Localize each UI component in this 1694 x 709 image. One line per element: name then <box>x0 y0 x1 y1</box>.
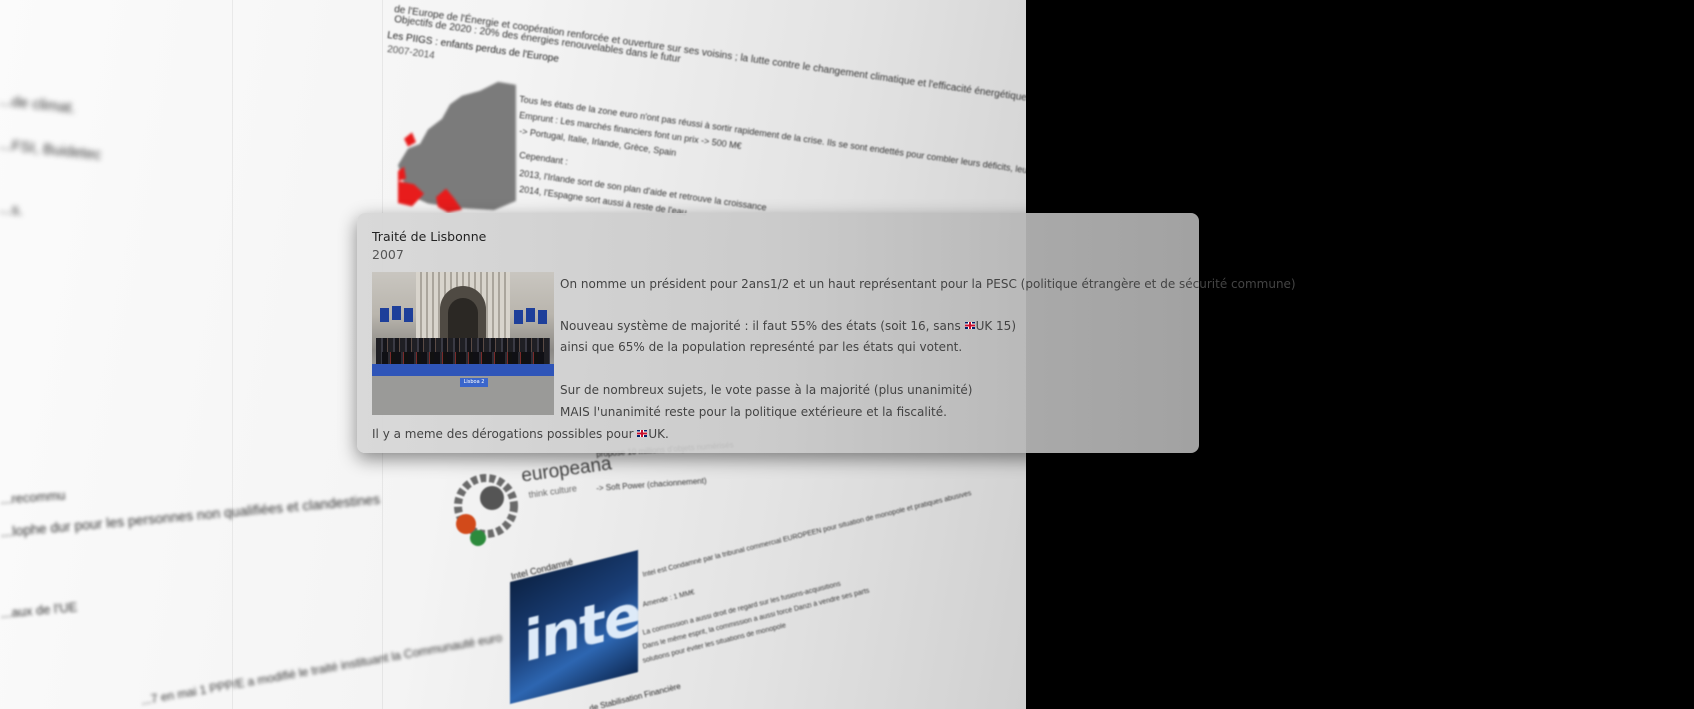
bg-text: Amende : 1 MM€ <box>642 589 696 609</box>
timeline-event-card[interactable]: Traité de Lisbonne 2007 Lisboa 2 On nomm… <box>357 213 1296 453</box>
event-title: Traité de Lisbonne <box>372 229 487 244</box>
bg-text: -> Soft Power (chacionnement) <box>596 476 707 493</box>
eu-flag-icon <box>526 308 535 322</box>
event-year: 2007 <box>372 247 404 262</box>
event-text-line: On nomme un président pour 2ans1/2 et un… <box>560 277 1296 291</box>
event-text-line: Sur de nombreux sujets, le vote passe à … <box>560 383 973 397</box>
event-text-line: Nouveau système de majorité : il faut 55… <box>560 319 1016 333</box>
event-text-line: ainsi que 65% de la population represént… <box>560 340 963 354</box>
uk-flag-icon <box>637 430 648 437</box>
uk-flag-icon <box>964 322 975 329</box>
bg-text: ...recommu <box>0 487 66 507</box>
bg-text: Cependant : <box>518 150 569 167</box>
bg-text: ...s. <box>0 200 25 220</box>
bg-text: ...aux de l'UE <box>0 599 78 621</box>
intel-logo-text: intel <box>524 577 638 676</box>
eu-flag-icon <box>514 310 523 324</box>
event-footer-line: Il y a meme des dérogations possibles po… <box>372 427 669 441</box>
bg-text: ...7 en mai 1 PPP/E a modifié le traité … <box>140 630 504 708</box>
bg-text: ...FSI, Buidetec <box>0 136 102 164</box>
bg-text: Intel est Condamné par la tribunal comme… <box>642 490 973 579</box>
eu-flag-icon <box>380 308 389 322</box>
europe-map-icon <box>398 81 516 213</box>
divider <box>232 0 233 709</box>
eu-flag-icon <box>392 306 401 320</box>
lisboa-plaque: Lisboa 2 <box>460 378 488 387</box>
europeana-wordmark: europeana <box>520 453 613 487</box>
bg-text: ...de Stabilisation Financière <box>582 681 682 709</box>
event-text-line: MAIS l'unanimité reste pour la politique… <box>560 405 947 419</box>
bg-text: ...de climat. <box>0 92 77 117</box>
europeana-logo-icon <box>454 474 518 546</box>
eu-flag-icon <box>538 310 547 324</box>
eu-flag-icon <box>404 308 413 322</box>
event-photo[interactable]: Lisboa 2 <box>372 272 554 415</box>
